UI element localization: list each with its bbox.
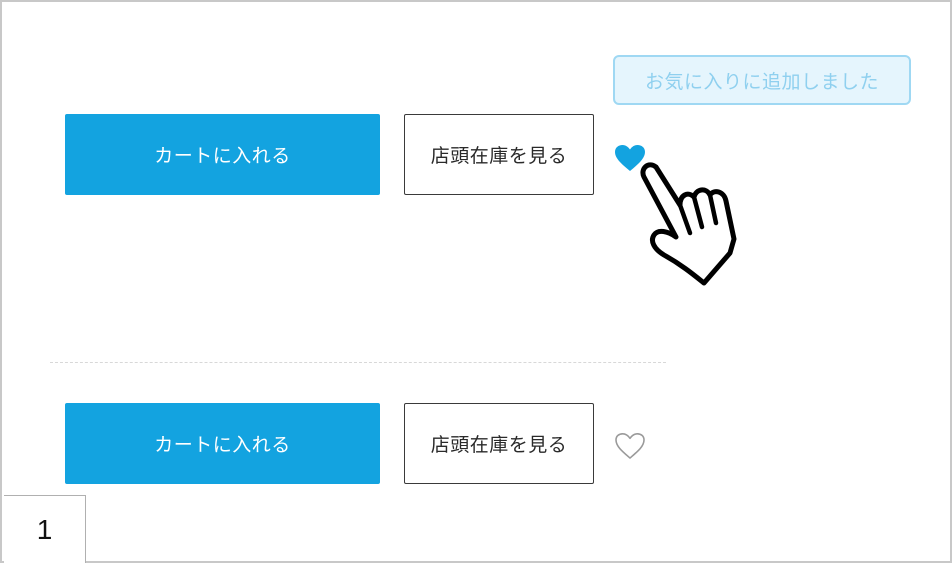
view-store-stock-label: 店頭在庫を見る bbox=[430, 434, 568, 456]
add-to-cart-button[interactable]: カートに入れる bbox=[65, 403, 380, 484]
heart-outline-icon bbox=[615, 433, 645, 459]
step-number: 1 bbox=[36, 513, 53, 545]
pointing-hand-icon bbox=[640, 162, 737, 286]
view-store-stock-label: 店頭在庫を見る bbox=[430, 145, 568, 167]
toast-message: お気に入りに追加しました bbox=[644, 70, 879, 93]
step-number-badge: 1 bbox=[4, 495, 86, 563]
view-store-stock-button[interactable]: 店頭在庫を見る bbox=[404, 403, 594, 484]
view-store-stock-button[interactable]: 店頭在庫を見る bbox=[404, 114, 594, 195]
add-to-cart-button[interactable]: カートに入れる bbox=[65, 114, 380, 195]
row-divider bbox=[50, 362, 666, 363]
favorite-button[interactable] bbox=[613, 430, 647, 462]
add-to-cart-label: カートに入れる bbox=[154, 434, 291, 456]
add-to-cart-label: カートに入れる bbox=[154, 145, 291, 167]
added-to-favorites-toast: お気に入りに追加しました bbox=[613, 55, 911, 105]
page-frame: お気に入りに追加しました カートに入れる 店頭在庫を見る カートに入れる 店頭在… bbox=[0, 0, 952, 563]
